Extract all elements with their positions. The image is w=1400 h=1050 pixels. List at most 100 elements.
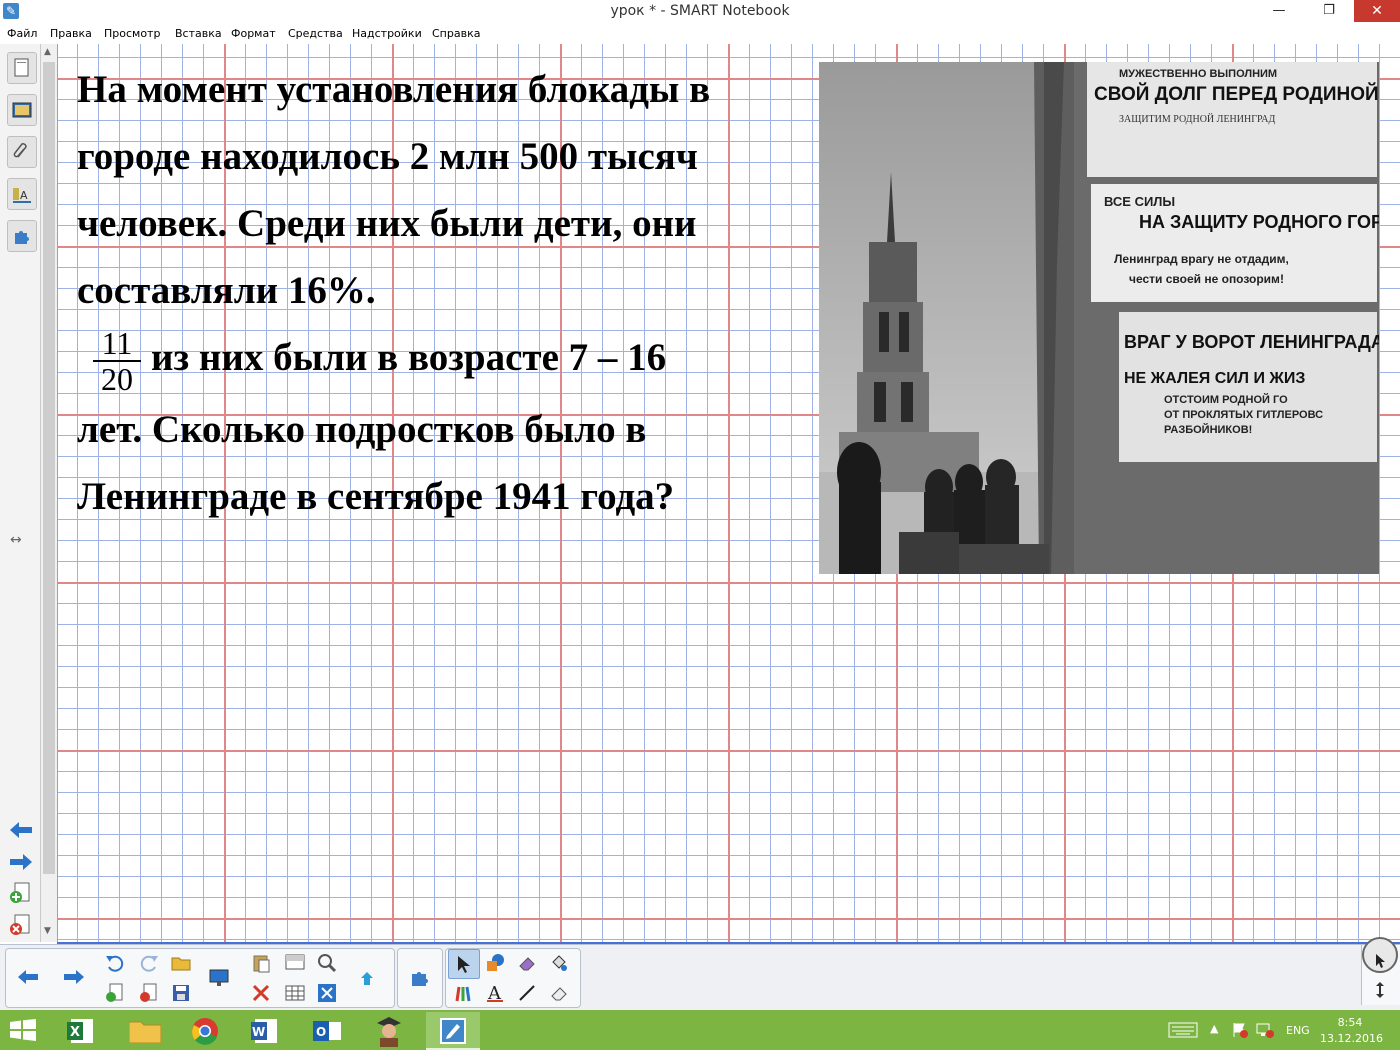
arrow-left-icon [18,970,38,984]
excel-taskbar-icon[interactable]: X [54,1012,108,1048]
close-window-button[interactable] [312,979,342,1007]
previous-page-icon[interactable] [8,820,34,840]
delete-page-icon [140,983,157,1002]
windows-taskbar: X W O ▲ ENG 8:54 13.12.2016 [0,1010,1400,1050]
toolbar-previous-page-button[interactable] [12,964,42,992]
eraser-icon [519,957,535,971]
keyboard-icon[interactable] [1168,1022,1198,1038]
question-line: лет. Сколько подростков было в [77,408,647,452]
open-file-button[interactable] [166,949,196,977]
title-bar: ✎ урок * - SMART Notebook — ❐ ✕ [0,0,1400,24]
excel-icon: X [67,1019,93,1043]
undo-button[interactable] [100,949,130,977]
teacher-avatar-icon [377,1017,401,1047]
select-tool-button[interactable] [448,949,480,979]
close-button[interactable]: ✕ [1354,0,1400,22]
gallery-tab[interactable] [7,94,37,126]
menu-view[interactable]: Просмотр [104,27,160,40]
svg-text:O: O [316,1025,326,1039]
toolbar-group-addons [397,948,443,1008]
menu-tools[interactable]: Средства [288,27,343,40]
menu-insert[interactable]: Вставка [175,27,222,40]
poster-text: ОТСТОИМ РОДНОЙ ГО [1164,394,1288,406]
save-button[interactable] [166,979,196,1007]
delete-page-button[interactable] [134,979,164,1007]
cursor-arrow-icon [458,956,470,973]
undo-icon [106,955,124,972]
menu-addons[interactable]: Надстройки [352,27,422,40]
smart-tools-button[interactable] [352,964,382,992]
screen-shade-icon [285,954,305,970]
poster-text: МУЖЕСТВЕННО ВЫПОЛНИМ [1119,68,1278,80]
menu-format[interactable]: Формат [231,27,276,40]
scroll-up-icon[interactable]: ▲ [44,47,51,57]
windows-start-icon[interactable] [10,1019,36,1041]
delete-page-icon[interactable] [10,914,32,936]
bottom-toolbar: A [0,937,1400,1011]
clock-time[interactable]: 8:54 [1320,1016,1380,1029]
add-page-icon[interactable] [10,882,32,904]
line-tool-button[interactable] [512,979,542,1007]
page-sorter-tab[interactable] [7,52,37,84]
question-text-box[interactable]: На момент установления блокады в городе … [77,56,817,530]
language-indicator[interactable]: ENG [1286,1024,1310,1037]
magnifier-icon [318,954,337,973]
menu-edit[interactable]: Правка [50,27,92,40]
pens-tool-button[interactable] [448,979,478,1007]
text-tool-button[interactable]: A [480,979,510,1007]
properties-tab[interactable]: A [7,178,37,210]
scroll-down-icon[interactable]: ▼ [44,926,51,936]
delete-button[interactable] [246,979,276,1007]
insert-table-button[interactable] [280,979,310,1007]
word-taskbar-icon[interactable]: W [238,1012,292,1048]
redo-icon [140,955,158,972]
eraser-tool-button[interactable] [512,949,542,977]
move-toolbar-icon[interactable] [1372,981,1388,999]
scroll-thumb[interactable] [43,62,55,874]
addons-button[interactable] [405,964,435,992]
line-icon [519,985,535,1001]
redo-button[interactable] [134,949,164,977]
smart-notebook-taskbar-icon[interactable] [426,1012,480,1050]
fraction-denominator: 20 [101,361,133,398]
fraction-numerator: 11 [93,326,141,363]
menu-help[interactable]: Справка [432,27,480,40]
display-button[interactable] [204,964,234,992]
chrome-icon [192,1018,218,1045]
tray-chevron-icon[interactable]: ▲ [1210,1022,1218,1035]
menu-file[interactable]: Файл [7,27,37,40]
file-explorer-taskbar-icon[interactable] [118,1012,172,1048]
cursor-small-icon [1376,954,1385,968]
properties-icon: A [13,188,31,203]
fill-tool-button[interactable] [544,949,574,977]
network-icon[interactable] [1256,1022,1274,1038]
clock-date[interactable]: 13.12.2016 [1320,1032,1383,1045]
chrome-taskbar-icon[interactable] [178,1012,232,1048]
minimize-button[interactable]: — [1264,0,1294,22]
shapes-tool-button[interactable] [480,949,510,977]
vertical-scrollbar[interactable]: ▲ ▼ [41,44,57,942]
attachments-tab[interactable] [7,136,37,168]
red-x-icon [252,984,270,1002]
outlook-taskbar-icon[interactable]: O [300,1012,354,1048]
clipboard-icon [253,955,270,973]
paste-button[interactable] [246,949,276,977]
insert-blank-page-button[interactable] [100,979,130,1007]
addons-tab[interactable] [7,220,37,252]
next-page-icon[interactable] [8,852,34,872]
smart-notebook-icon [440,1018,466,1044]
svg-text:W: W [252,1025,265,1039]
tools-icon [361,972,373,985]
svg-text:X: X [70,1025,80,1040]
resize-handle-icon[interactable]: ↔ [10,532,22,548]
flag-icon[interactable] [1232,1022,1248,1038]
blockade-leningrad-photo[interactable]: МУЖЕСТВЕННО ВЫПОЛНИМ СВОЙ ДОЛГ ПЕРЕД РОД… [819,62,1379,574]
eraser-alt-button[interactable] [544,979,574,1007]
poster-text: ОТ ПРОКЛЯТЫХ ГИТЛЕРОВС [1164,409,1324,421]
question-line: На момент установления блокады в [77,68,711,111]
fullscreen-button[interactable] [312,949,342,977]
restore-button[interactable]: ❐ [1314,0,1344,22]
screen-shade-button[interactable] [280,949,310,977]
teacher-app-taskbar-icon[interactable] [362,1012,416,1048]
toolbar-next-page-button[interactable] [58,964,88,992]
